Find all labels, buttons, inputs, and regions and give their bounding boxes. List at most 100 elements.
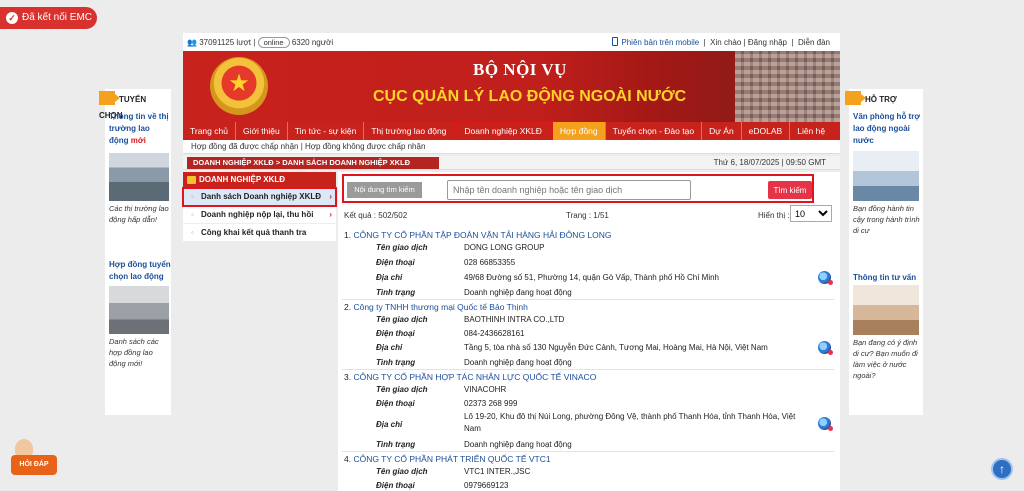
company-link[interactable]: Công ty TNHH thương mại Quốc tế Bảo Thịn… bbox=[353, 302, 527, 312]
nav-about[interactable]: Giới thiệu bbox=[236, 122, 288, 140]
greeting-text: Xin chào bbox=[710, 38, 742, 47]
contract-subnav: Hợp đồng đã được chấp nhận | Hợp đồng kh… bbox=[183, 140, 840, 154]
nav-edolab[interactable]: eDOLAB bbox=[742, 122, 791, 140]
nav-projects[interactable]: Dự Án bbox=[702, 122, 742, 140]
tag-icon bbox=[845, 91, 866, 105]
recruitment-contract-link[interactable]: Hợp đồng tuyển chọn lao động bbox=[109, 259, 171, 283]
map-search-icon[interactable] bbox=[818, 417, 833, 431]
submenu-item-enterprise-list[interactable]: ◦ Danh sách Doanh nghiệp XKLĐ › bbox=[182, 187, 337, 207]
divider bbox=[342, 299, 834, 300]
submenu-title: DOANH NGHIỆP XKLĐ bbox=[199, 175, 286, 184]
company-link[interactable]: CÔNG TY CỔ PHẦN HỢP TÁC NHÂN LỰC QUỐC TẾ… bbox=[353, 372, 596, 382]
nav-export-enterprises[interactable]: Doanh nghiệp XKLĐ bbox=[453, 121, 554, 141]
subnav-separator: | bbox=[300, 142, 303, 151]
support-office-link[interactable]: Văn phòng hỗ trợ lao động ngoài nước bbox=[853, 111, 923, 147]
book-icon bbox=[187, 176, 196, 184]
accepted-contracts-link[interactable]: Hợp đồng đã được chấp nhận bbox=[191, 142, 298, 151]
mobile-version-link[interactable]: Phiên bản trên mobile bbox=[621, 38, 699, 47]
divider bbox=[342, 451, 834, 452]
status-value: Doanh nghiệp đang hoạt động bbox=[464, 358, 572, 367]
divider bbox=[342, 369, 834, 370]
chevron-right-icon: › bbox=[329, 210, 332, 219]
status-value: Doanh nghiệp đang hoạt động bbox=[464, 288, 572, 297]
submenu-item-label: Doanh nghiệp nộp lại, thu hồi bbox=[201, 210, 314, 219]
nav-recruitment-training[interactable]: Tuyển chọn - Đào tạo bbox=[606, 122, 703, 140]
login-link[interactable]: Đăng nhập bbox=[748, 38, 787, 47]
side-caption: Bạn đồng hành tin cậy trong hành trình d… bbox=[853, 204, 920, 235]
left-side-panel: TUYỂN CHỌN Thông tin về thị trường lao đ… bbox=[99, 89, 171, 415]
department-title: CỤC QUẢN LÝ LAO ĐỘNG NGOÀI NƯỚC bbox=[373, 88, 687, 105]
company-number: 1. bbox=[344, 230, 352, 240]
company-number: 3. bbox=[344, 372, 352, 382]
trade-name-label: Tên giao dịch bbox=[376, 467, 428, 476]
company-title: 4. CÔNG TY CỔ PHẦN PHÁT TRIỂN QUỐC TẾ VT… bbox=[344, 454, 551, 464]
trade-name-value: BAOTHINH INTRA CO.,LTD bbox=[464, 315, 565, 324]
user-links: Phiên bản trên mobile | Xin chào | Đăng … bbox=[612, 37, 830, 47]
search-button[interactable]: Tìm kiếm bbox=[768, 181, 812, 199]
breadcrumb-bar: DOANH NGHIỆP XKLĐ > DANH SÁCH DOANH NGHI… bbox=[183, 156, 840, 170]
nav-home[interactable]: Trang chủ bbox=[183, 122, 236, 140]
status-label: Tình trạng bbox=[376, 288, 416, 297]
visit-count: 37091125 lượt bbox=[199, 38, 252, 47]
phone-label: Điện thoại bbox=[376, 258, 415, 267]
submenu-header: DOANH NGHIỆP XKLĐ bbox=[183, 172, 336, 188]
phone-label: Điện thoại bbox=[376, 399, 415, 408]
bullet-icon: ◦ bbox=[191, 210, 194, 219]
forum-link[interactable]: Diễn đàn bbox=[798, 38, 830, 47]
map-search-icon[interactable] bbox=[818, 271, 833, 285]
header-banner: ★ BỘ NỘI VỤ CỤC QUẢN LÝ LAO ĐỘNG NGOÀI N… bbox=[183, 51, 840, 122]
rejected-contracts-link[interactable]: Hợp đồng không được chấp nhận bbox=[305, 142, 425, 151]
consultant-photo[interactable] bbox=[853, 285, 919, 335]
map-search-icon[interactable] bbox=[818, 341, 833, 355]
status-label: Tình trạng bbox=[376, 358, 416, 367]
company-title: 1. CÔNG TY CỔ PHẦN TẬP ĐOÀN VẬN TẢI HÀNG… bbox=[344, 230, 612, 240]
side-header: HỖ TRỢ bbox=[845, 91, 897, 107]
labor-market-link[interactable]: Thông tin về thị trường lao động mới bbox=[109, 111, 171, 147]
page-size-label: Hiển thị : bbox=[758, 211, 790, 220]
address-label: Địa chỉ bbox=[376, 420, 403, 429]
training-photo[interactable] bbox=[109, 286, 169, 334]
emc-connection-badge[interactable]: ✓ Đã kết nối EMC bbox=[0, 7, 97, 29]
company-number: 4. bbox=[344, 454, 352, 464]
trade-name-label: Tên giao dịch bbox=[376, 243, 428, 252]
workers-photo[interactable] bbox=[109, 153, 169, 201]
address-label: Địa chỉ bbox=[376, 273, 403, 282]
company-title: 3. CÔNG TY CỔ PHẦN HỢP TÁC NHÂN LỰC QUỐC… bbox=[344, 372, 596, 382]
side-caption: Các thị trường lao động hấp dẫn! bbox=[109, 204, 169, 224]
results-bar: Kết quả : 502/502 Trang : 1/51 Hiển thị … bbox=[344, 205, 834, 223]
search-form: Nội dung tìm kiếm Tìm kiếm bbox=[342, 174, 814, 203]
main-nav: Trang chủ Giới thiệu Tin tức - sự kiện T… bbox=[183, 121, 840, 141]
result-count: Kết quả : 502/502 bbox=[344, 211, 408, 220]
phone-value: 0979669123 bbox=[464, 481, 509, 490]
bullet-icon: ◦ bbox=[191, 228, 194, 237]
status-label: Tình trạng bbox=[376, 440, 416, 449]
address-value: 49/68 Đường số 51, Phường 14, quận Gò Vấ… bbox=[464, 273, 719, 282]
nav-contact[interactable]: Liên hệ bbox=[790, 122, 832, 140]
phone-value: 028 66853355 bbox=[464, 258, 516, 267]
company-title: 2. Công ty TNHH thương mại Quốc tế Bảo T… bbox=[344, 302, 528, 312]
nav-contracts[interactable]: Hợp đồng bbox=[552, 122, 606, 140]
users-icon: 👥 bbox=[187, 38, 197, 47]
trade-name-value: VTC1 INTER.,JSC bbox=[464, 467, 531, 476]
submenu-item-inspection[interactable]: ◦ Công khai kết quả thanh tra bbox=[183, 224, 336, 242]
consulting-link[interactable]: Thông tin tư vấn bbox=[853, 272, 923, 284]
tag-icon bbox=[99, 91, 120, 105]
link-icon: ✓ bbox=[6, 12, 18, 24]
submenu-item-revoked[interactable]: ◦ Doanh nghiệp nộp lại, thu hồi › bbox=[183, 206, 336, 224]
company-link[interactable]: CÔNG TY CỔ PHẦN PHÁT TRIỂN QUỐC TẾ VTC1 bbox=[353, 454, 550, 464]
nav-news[interactable]: Tin tức - sự kiện bbox=[288, 122, 365, 140]
call-center-photo[interactable] bbox=[853, 151, 919, 201]
submenu-item-label: Danh sách Doanh nghiệp XKLĐ bbox=[201, 192, 322, 201]
nav-labor-market[interactable]: Thị trường lao động bbox=[364, 122, 455, 140]
page-size-select[interactable]: 10 bbox=[790, 205, 832, 222]
address-value: Tầng 5, tòa nhà số 130 Nguyễn Đức Cảnh, … bbox=[464, 343, 768, 352]
breadcrumb[interactable]: DOANH NGHIỆP XKLĐ > DANH SÁCH DOANH NGHI… bbox=[187, 157, 439, 169]
arrow-up-icon[interactable]: ↑ bbox=[991, 458, 1013, 480]
bullet-icon: ◦ bbox=[191, 192, 194, 201]
search-input[interactable] bbox=[447, 180, 691, 200]
company-link[interactable]: CÔNG TY CỔ PHẦN TẬP ĐOÀN VẬN TẢI HÀNG HẢ… bbox=[353, 230, 611, 240]
top-info-bar: 👥 37091125 lượt | online 6320 người Phiê… bbox=[183, 33, 840, 51]
visit-stats: 👥 37091125 lượt | online 6320 người bbox=[187, 37, 334, 48]
faq-button[interactable]: HỎI ĐÁP bbox=[11, 439, 57, 479]
side-title: HỖ TRỢ bbox=[865, 95, 897, 104]
